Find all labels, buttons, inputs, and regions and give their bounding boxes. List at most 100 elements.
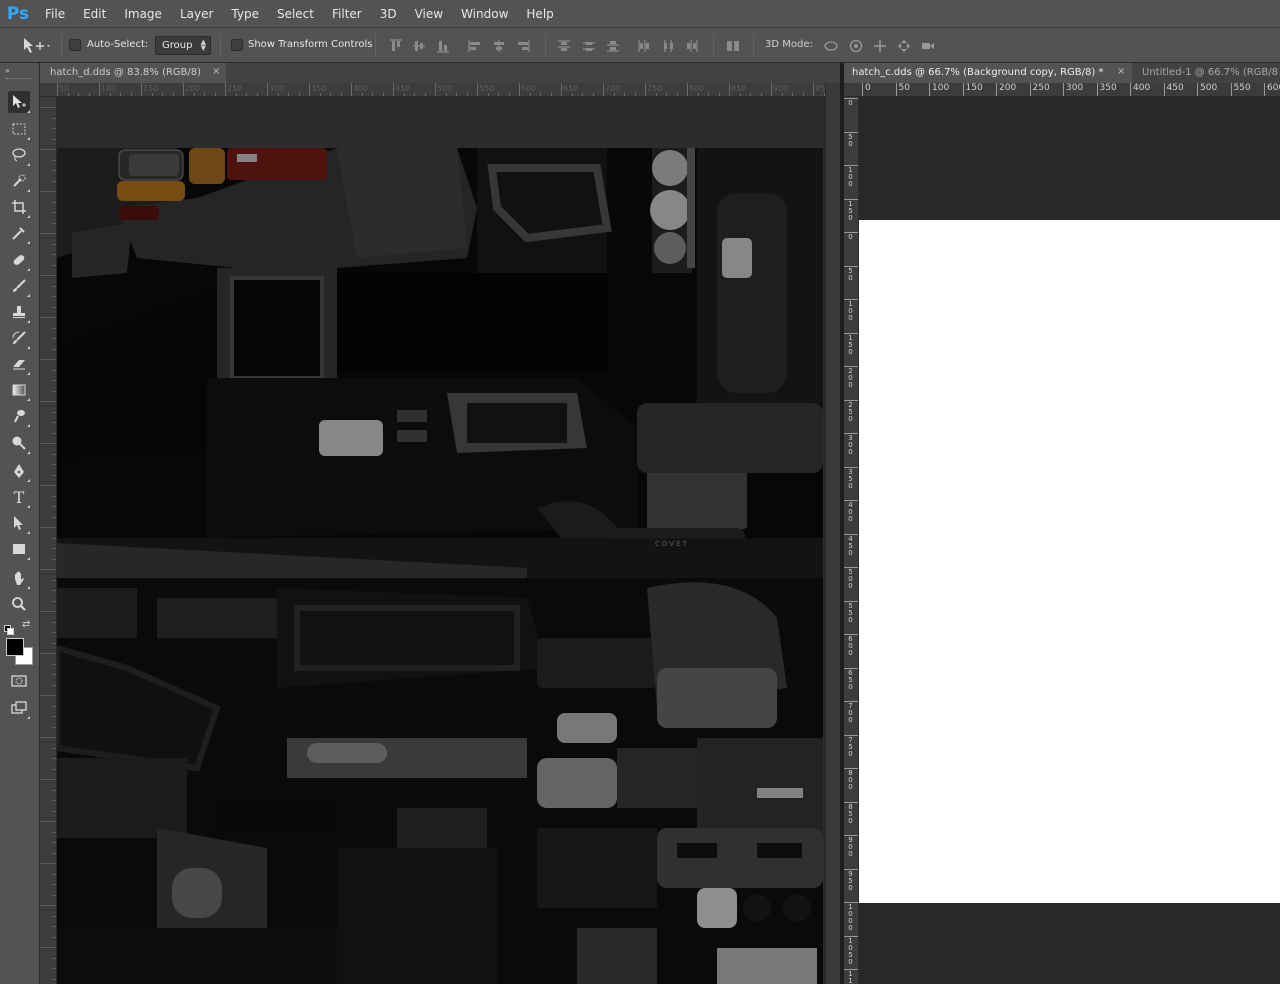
menu-3d[interactable]: 3D [371, 0, 406, 28]
ruler-tick [351, 83, 352, 96]
move-tool-icon [24, 38, 50, 53]
foreground-color-swatch[interactable] [6, 638, 24, 656]
clone-stamp-tool-button[interactable] [8, 301, 30, 323]
menu-help[interactable]: Help [517, 0, 562, 28]
marquee-tool-button[interactable] [8, 118, 30, 140]
ruler-label: 250 [848, 400, 853, 423]
crop-tool-button[interactable] [8, 196, 30, 218]
menu-file[interactable]: File [36, 0, 74, 28]
ruler-tick [844, 98, 858, 99]
menu-select[interactable]: Select [268, 0, 323, 28]
distribute-right-icon[interactable] [685, 38, 699, 52]
3d-slide-icon[interactable] [897, 38, 911, 52]
tool-preset-picker[interactable] [22, 36, 52, 56]
path-selection-tool-button[interactable] [8, 512, 30, 534]
ruler-tick [844, 265, 858, 267]
distribute-horizontal-centers-icon[interactable] [661, 38, 675, 52]
ruler-tick [844, 332, 858, 334]
dodge-icon [12, 436, 26, 450]
menu-image[interactable]: Image [115, 0, 171, 28]
eraser-tool-button[interactable] [8, 353, 30, 375]
show-transform-checkbox[interactable] [231, 39, 243, 51]
white-canvas[interactable] [859, 220, 1280, 903]
separator [545, 34, 546, 58]
move-icon [13, 95, 26, 108]
history-brush-tool-button[interactable] [8, 327, 30, 349]
collapse-panel-icon[interactable]: » [5, 66, 10, 75]
ruler-label: 700 [848, 702, 853, 724]
align-bottom-edges-icon[interactable] [436, 38, 450, 53]
3d-scale-icon[interactable] [921, 38, 935, 52]
ruler-label: 750 [848, 735, 853, 758]
document-tab-hatch-c[interactable]: hatch_c.dds @ 66.7% (Background copy, RG… [844, 63, 1132, 83]
eyedropper-tool-button[interactable] [8, 222, 30, 244]
3d-orbit-icon[interactable] [824, 38, 838, 52]
screen-mode-button[interactable] [8, 697, 30, 719]
3d-pan-icon[interactable] [873, 38, 887, 52]
healing-brush-tool-button[interactable] [8, 249, 30, 271]
ruler-label: 0 [865, 83, 871, 93]
menu-type[interactable]: Type [222, 0, 268, 28]
menu-window[interactable]: Window [452, 0, 517, 28]
texture-image[interactable]: COVET [57, 148, 823, 984]
ruler-tick [1197, 83, 1198, 96]
ruler-label: 450 [1166, 83, 1184, 93]
align-right-edges-icon[interactable] [516, 38, 530, 52]
type-tool-button[interactable]: T [8, 486, 30, 508]
swap-colors-icon[interactable]: ⇄ [22, 619, 30, 630]
brush-tool-button[interactable] [8, 275, 30, 297]
ruler-label: 1050 [848, 936, 853, 966]
distribute-vertical-centers-icon[interactable] [582, 38, 596, 52]
panel-grip[interactable] [6, 78, 32, 80]
ruler-label: 100 [848, 166, 853, 188]
ruler-label: 800 [689, 84, 705, 93]
gradient-tool-button[interactable] [8, 379, 30, 401]
rectangle-tool-button[interactable] [8, 538, 30, 560]
close-tab-icon[interactable]: × [212, 66, 220, 77]
document-tab-untitled-1[interactable]: Untitled-1 @ 66.7% (RGB/8 [1134, 63, 1280, 83]
vertical-ruler [40, 97, 57, 984]
zoom-tool-button[interactable] [8, 593, 30, 615]
ruler-tick [1264, 83, 1265, 96]
align-top-edges-icon[interactable] [389, 38, 403, 52]
move-tool-button[interactable] [8, 91, 30, 113]
auto-select-checkbox[interactable] [69, 39, 81, 51]
quick-selection-tool-button[interactable] [8, 170, 30, 192]
align-vertical-centers-icon[interactable] [412, 38, 426, 52]
3d-roll-icon[interactable] [849, 38, 863, 53]
hand-tool-button[interactable] [8, 567, 30, 589]
lasso-tool-button[interactable] [8, 144, 30, 166]
auto-align-layers-icon[interactable] [726, 38, 740, 52]
distribute-left-icon[interactable] [637, 38, 651, 52]
document-canvas-area[interactable]: COVET [57, 97, 825, 984]
ruler-tick [519, 83, 520, 96]
align-left-edges-icon[interactable] [468, 38, 482, 52]
ruler-tick [40, 611, 56, 612]
close-tab-icon[interactable]: × [1117, 66, 1125, 77]
pen-tool-button[interactable] [8, 460, 30, 482]
ruler-label: 100 [101, 84, 117, 93]
vertical-scrollbar[interactable] [825, 83, 840, 984]
align-horizontal-centers-icon[interactable] [492, 38, 506, 52]
menu-edit[interactable]: Edit [74, 0, 115, 28]
ruler-tick [844, 667, 858, 669]
quick-mask-button[interactable] [8, 670, 30, 692]
blur-tool-button[interactable] [8, 405, 30, 427]
ruler-tick [561, 83, 562, 96]
hand-icon [15, 571, 24, 585]
ruler-label: 700 [605, 84, 621, 93]
auto-select-dropdown[interactable]: Group ▲ ▼ [155, 36, 211, 55]
ruler-tick [477, 83, 478, 96]
default-colors-icon[interactable] [4, 620, 14, 635]
ruler-label: 100 [932, 83, 950, 93]
ruler-label: 400 [1133, 83, 1151, 93]
menu-layer[interactable]: Layer [171, 0, 222, 28]
menu-view[interactable]: View [406, 0, 452, 28]
dodge-tool-button[interactable] [8, 432, 30, 454]
document-tab-hatch-d[interactable]: hatch_d.dds @ 83.8% (RGB/8) × [40, 63, 226, 83]
ruler-label: 600 [848, 635, 853, 657]
ruler-label: 450 [848, 534, 853, 557]
menu-filter[interactable]: Filter [323, 0, 371, 28]
distribute-top-icon[interactable] [557, 38, 571, 52]
distribute-bottom-icon[interactable] [606, 38, 620, 52]
